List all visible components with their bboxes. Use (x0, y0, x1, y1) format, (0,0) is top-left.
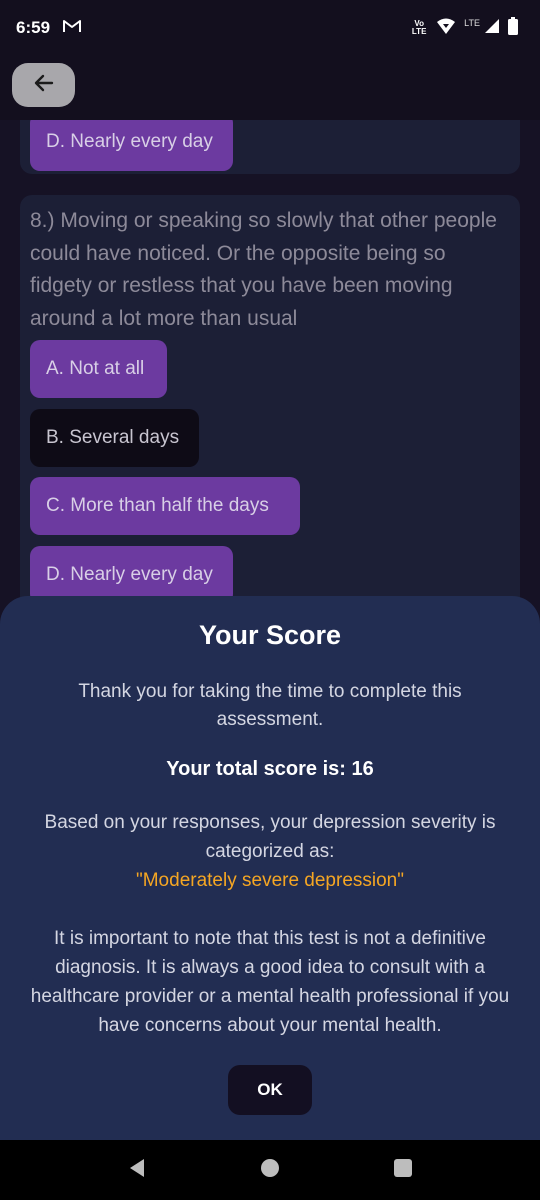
status-left: 6:59 (16, 18, 82, 39)
volte-bottom: LTE (411, 27, 427, 36)
option-label: D. Nearly every day (46, 564, 213, 585)
severity-category: "Moderately severe depression" (135, 870, 404, 891)
nav-home-icon[interactable] (259, 1157, 281, 1184)
thanks-text: Thank you for taking the time to complet… (78, 681, 462, 730)
option-d[interactable]: D. Nearly every day (30, 546, 233, 600)
battery-icon (508, 16, 518, 40)
severity-text: Based on your responses, your depression… (20, 808, 520, 895)
volte-indicator: Vo LTE (410, 20, 428, 36)
system-nav-bar (0, 1140, 540, 1200)
lte-label: LTE (464, 18, 480, 28)
question-card-8: 8.) Moving or speaking so slowly that ot… (20, 195, 520, 600)
severity-intro: Based on your responses, your depression… (44, 812, 496, 862)
score-dialog: Your Score Thank you for taking the time… (0, 596, 540, 1140)
option-c[interactable]: C. More than half the days (30, 477, 300, 535)
option-label: D. Nearly every day (46, 131, 213, 152)
gmail-icon (62, 18, 82, 39)
status-bar: 6:59 Vo LTE LTE (0, 0, 540, 56)
disclaimer-text: It is important to note that this test i… (30, 928, 510, 1036)
dialog-title: Your Score (198, 620, 342, 650)
app-bar (0, 56, 540, 120)
questionnaire-list[interactable]: D. Nearly every day 8.) Moving or speaki… (0, 120, 540, 600)
option-label: C. More than half the days (46, 495, 269, 516)
option-d[interactable]: D. Nearly every day (30, 120, 233, 171)
option-b[interactable]: B. Several days (30, 409, 199, 467)
signal-icon (484, 18, 500, 39)
total-score: Your total score is: 16 (166, 758, 374, 780)
option-label: B. Several days (46, 427, 180, 448)
question-card-7: D. Nearly every day (20, 120, 520, 174)
hotspot-icon (436, 17, 456, 40)
back-button[interactable] (12, 63, 75, 107)
ok-button[interactable]: OK (228, 1065, 312, 1115)
option-a[interactable]: A. Not at all (30, 340, 167, 398)
nav-recents-icon[interactable] (392, 1157, 414, 1184)
arrow-left-icon (32, 71, 56, 100)
nav-back-icon[interactable] (126, 1157, 148, 1184)
question-text: 8.) Moving or speaking so slowly that ot… (30, 209, 497, 330)
status-right: Vo LTE LTE (410, 16, 518, 40)
option-label: A. Not at all (46, 358, 145, 379)
clock: 6:59 (16, 18, 51, 37)
